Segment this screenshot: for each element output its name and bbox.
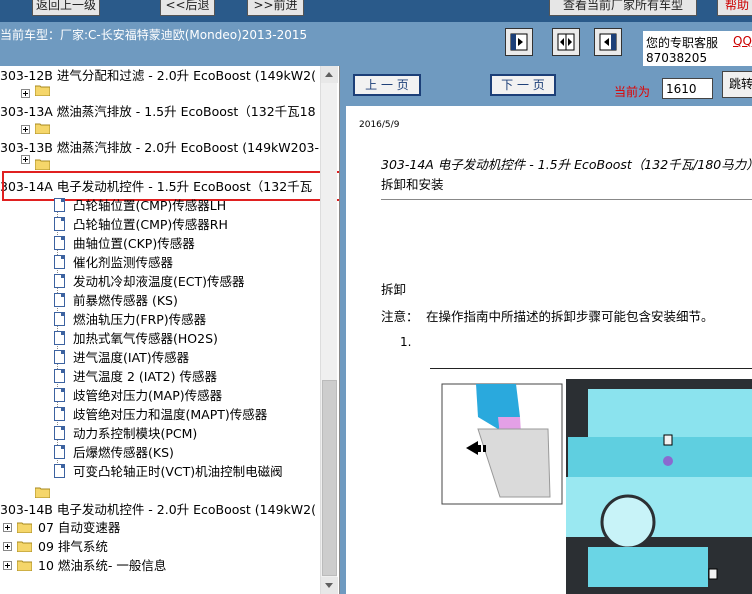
layout-right-button[interactable] bbox=[594, 28, 622, 56]
catalog-tree: 303-12B 进气分配和过滤 - 2.0升 EcoBoost (149kW2(… bbox=[0, 66, 340, 594]
back-button[interactable]: <<后退 bbox=[160, 0, 215, 16]
document-viewer: 2016/5/9 303-14A 电子发动机控件 - 1.5升 EcoBoost… bbox=[346, 106, 752, 594]
layout-left-button[interactable] bbox=[505, 28, 533, 56]
top-toolbar: 返回上一级 <<后退 >>前进 查看当前厂家所有车型 帮助 bbox=[0, 0, 752, 22]
tree-item-label: 10 燃油系统- 一般信息 bbox=[38, 558, 167, 573]
scroll-thumb[interactable] bbox=[322, 380, 337, 576]
tree-item-label: 进气温度 2 (IAT2) 传感器 bbox=[73, 369, 217, 384]
folder-icon bbox=[17, 541, 32, 552]
layout-split-button[interactable] bbox=[552, 28, 580, 56]
current-vehicle-label: 当前车型：厂家:C-长安福特蒙迪欧(Mondeo)2013-2015 bbox=[0, 28, 308, 42]
tree-item-label: 303-12B 进气分配和过滤 - 2.0升 EcoBoost (149kW2( bbox=[0, 68, 316, 83]
scroll-up-button[interactable] bbox=[321, 66, 338, 83]
tree-item-label: 303-14B 电子发动机控件 - 2.0升 EcoBoost (149kW2( bbox=[0, 502, 316, 517]
back-to-parent-button[interactable]: 返回上一级 bbox=[32, 0, 100, 16]
help-button[interactable]: 帮助 bbox=[717, 0, 752, 16]
engine-illustration bbox=[438, 377, 752, 594]
tree-item-label: 前暴燃传感器 (KS) bbox=[73, 293, 178, 308]
tree-item-label: 09 排气系统 bbox=[38, 539, 108, 554]
document-title: 303-14A 电子发动机控件 - 1.5升 EcoBoost（132千瓦/18… bbox=[381, 157, 752, 172]
document-icon bbox=[54, 255, 65, 269]
arrow-down-icon bbox=[325, 583, 333, 588]
document-icon bbox=[54, 445, 65, 459]
service-phone: 87038205 bbox=[646, 51, 708, 65]
arrow-up-icon bbox=[325, 72, 333, 77]
tree-item-label: 发动机冷却液温度(ECT)传感器 bbox=[73, 274, 245, 289]
folder-icon bbox=[35, 159, 50, 170]
previous-page-button[interactable]: 上 一 页 bbox=[353, 74, 421, 96]
divider bbox=[381, 199, 752, 200]
layout-right-icon bbox=[599, 33, 617, 51]
document-icon bbox=[54, 198, 65, 212]
document-icon bbox=[54, 274, 65, 288]
view-all-models-button[interactable]: 查看当前厂家所有车型 bbox=[549, 0, 697, 16]
document-icon bbox=[54, 388, 65, 402]
current-page-label: 当前为 bbox=[614, 85, 651, 99]
service-qq-link[interactable]: QQ: bbox=[733, 34, 752, 48]
tree-item-label: 后爆燃传感器(KS) bbox=[73, 445, 174, 460]
layout-split-icon bbox=[557, 33, 575, 51]
tree-scrollbar[interactable] bbox=[320, 66, 338, 594]
tree-item-label: 303-13A 燃油蒸汽排放 - 1.5升 EcoBoost（132千瓦18 bbox=[0, 104, 316, 119]
document-icon bbox=[54, 407, 65, 421]
folder-icon bbox=[17, 560, 32, 571]
step-number: 1. bbox=[400, 335, 412, 349]
page-navigation: 上 一 页 下 一 页 当前为 跳转 bbox=[346, 66, 752, 106]
expand-icon[interactable] bbox=[3, 561, 12, 570]
folder-icon bbox=[35, 123, 50, 134]
customer-service-box: 您的专职客服 QQ: 87038205 bbox=[643, 31, 752, 67]
note-label: 注意： bbox=[381, 309, 419, 324]
document-icon bbox=[54, 312, 65, 326]
jump-button[interactable]: 跳转 bbox=[722, 71, 752, 98]
document-icon bbox=[54, 464, 65, 478]
scroll-down-button[interactable] bbox=[321, 577, 338, 594]
document-icon bbox=[54, 350, 65, 364]
tree-item-label: 曲轴位置(CKP)传感器 bbox=[73, 236, 195, 251]
tree-item-label: 凸轮轴位置(CMP)传感器LH bbox=[73, 198, 227, 213]
document-icon bbox=[54, 236, 65, 250]
expand-icon[interactable] bbox=[3, 523, 12, 532]
document-subtitle: 拆卸和安装 bbox=[381, 177, 444, 192]
next-page-button[interactable]: 下 一 页 bbox=[490, 74, 556, 96]
layout-left-icon bbox=[510, 33, 528, 51]
tree-item-label: 催化剂监测传感器 bbox=[73, 255, 174, 270]
document-icon bbox=[54, 293, 65, 307]
document-icon bbox=[54, 369, 65, 383]
tree-item-label: 动力系控制模块(PCM) bbox=[73, 426, 198, 441]
tree-item-label: 07 自动变速器 bbox=[38, 520, 121, 535]
tree-item-label: 歧管绝对压力和温度(MAPT)传感器 bbox=[73, 407, 268, 422]
document-icon bbox=[54, 426, 65, 440]
figure-divider bbox=[430, 368, 752, 369]
document-date: 2016/5/9 bbox=[359, 120, 400, 130]
vehicle-header: 当前车型：厂家:C-长安福特蒙迪欧(Mondeo)2013-2015 您的专职客… bbox=[0, 22, 752, 67]
document-icon bbox=[54, 331, 65, 345]
forward-button[interactable]: >>前进 bbox=[247, 0, 304, 16]
tree-item-label: 可变凸轮轴正时(VCT)机油控制电磁阀 bbox=[73, 464, 283, 479]
tree-item-label: 歧管绝对压力(MAP)传感器 bbox=[73, 388, 223, 403]
folder-icon bbox=[35, 487, 50, 498]
folder-icon bbox=[17, 522, 32, 533]
expand-icon[interactable] bbox=[3, 542, 12, 551]
tree-item-label: 燃油轨压力(FRP)传感器 bbox=[73, 312, 207, 327]
tree-item-label: 303-13B 燃油蒸汽排放 - 2.0升 EcoBoost (149kW203… bbox=[0, 140, 320, 155]
document-icon bbox=[54, 217, 65, 231]
tree-item-label: 凸轮轴位置(CMP)传感器RH bbox=[73, 217, 228, 232]
tree-item-label: 加热式氧气传感器(HO2S) bbox=[73, 331, 218, 346]
page-number-input[interactable] bbox=[662, 78, 713, 99]
expand-icon[interactable] bbox=[21, 89, 30, 98]
service-label: 您的专职客服 bbox=[646, 36, 719, 50]
expand-icon[interactable] bbox=[21, 125, 30, 134]
note-text: 在操作指南中所描述的拆卸步骤可能包含安装细节。 bbox=[426, 309, 714, 324]
section-heading: 拆卸 bbox=[381, 282, 407, 297]
tree-item-label: 进气温度(IAT)传感器 bbox=[73, 350, 190, 365]
folder-icon bbox=[35, 85, 50, 96]
